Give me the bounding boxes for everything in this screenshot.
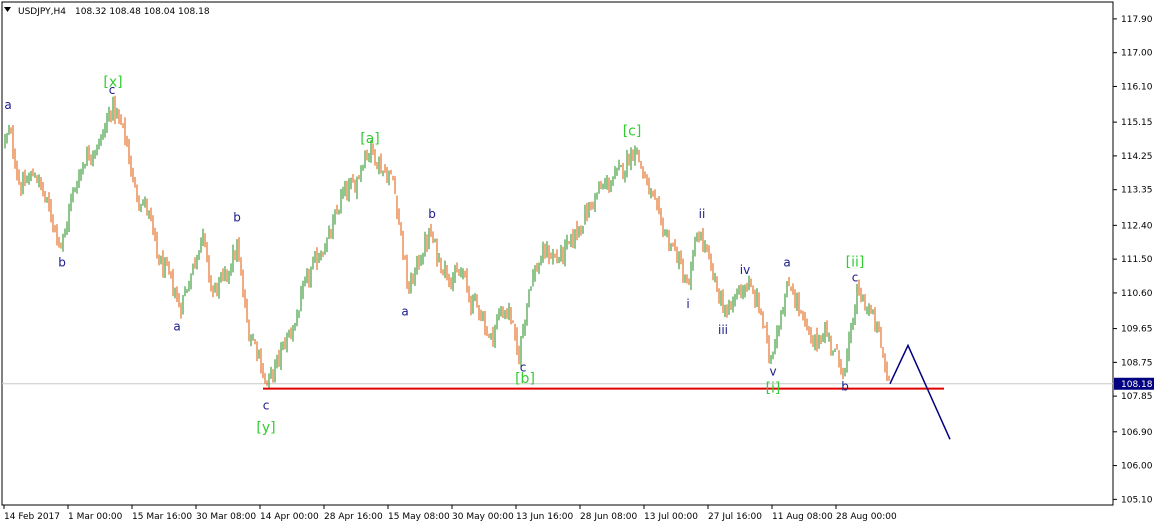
wave-label-minor: iv — [740, 263, 750, 277]
wave-label-minor: c — [263, 398, 270, 412]
x-tick-label: 28 Apr 16:00 — [324, 512, 383, 522]
y-tick-label: 110.60 — [1121, 289, 1153, 299]
y-tick-label: 117.90 — [1121, 15, 1153, 25]
wave-label-minor: a — [783, 256, 790, 270]
wave-label-minor: ii — [699, 207, 706, 221]
x-tick-label: 27 Jul 16:00 — [708, 512, 762, 522]
y-tick-label: 115.15 — [1121, 118, 1153, 128]
x-tick-label: 14 Apr 00:00 — [260, 512, 319, 522]
time-axis: 14 Feb 2017 1 Mar 00:00 15 Mar 16:00 30 Mar… — [3, 505, 897, 522]
wave-label-major: [i] — [766, 380, 781, 396]
wave-label-minor: b — [233, 211, 241, 225]
x-tick-label: 28 Aug 00:00 — [836, 512, 897, 522]
wave-label-major: [c] — [623, 123, 642, 139]
y-tick-label: 116.10 — [1121, 82, 1153, 92]
y-tick-label: 108.75 — [1121, 358, 1153, 368]
current-price-label: 108.18 — [1121, 380, 1153, 390]
y-tick-label: 111.50 — [1121, 255, 1153, 265]
wave-label-minor: c — [852, 271, 859, 285]
wave-label-major: [x] — [103, 74, 122, 90]
y-tick-label: 106.90 — [1121, 428, 1153, 438]
wave-label-minor: a — [401, 304, 408, 318]
x-tick-label: 28 Jun 08:00 — [580, 512, 637, 522]
chart-ohlc: 108.32 108.48 108.04 108.18 — [75, 7, 210, 17]
wave-label-major: [a] — [360, 131, 380, 147]
x-tick-label: 30 Mar 08:00 — [196, 512, 256, 522]
price-chart[interactable]: 108.18 117.90 117.00 116.10 115.15 114.25 113… — [0, 0, 1155, 527]
wave-label-minor: a — [173, 319, 180, 333]
price-axis: 117.90 117.00 116.10 115.15 114.25 113.35 112.… — [1113, 15, 1153, 505]
y-tick-label: 105.10 — [1121, 495, 1153, 505]
wave-label-minor: a — [4, 98, 11, 112]
x-tick-label: 13 Jun 16:00 — [516, 512, 573, 522]
x-tick-label: 15 May 08:00 — [388, 512, 450, 522]
wave-label-major: [b] — [515, 371, 535, 387]
x-tick-label: 30 May 00:00 — [452, 512, 514, 522]
wave-label-minor: b — [58, 256, 66, 270]
y-tick-label: 114.25 — [1121, 152, 1153, 162]
y-tick-label: 107.85 — [1121, 392, 1153, 402]
wave-label-minor: b — [841, 380, 849, 394]
y-tick-label: 113.35 — [1121, 186, 1153, 196]
wave-label-major: [ii] — [846, 255, 865, 271]
wave-label-minor: iii — [718, 323, 728, 337]
x-tick-label: 14 Feb 2017 — [4, 512, 60, 522]
x-tick-label: 11 Aug 08:00 — [772, 512, 833, 522]
y-tick-label: 112.40 — [1121, 221, 1153, 231]
y-tick-label: 109.65 — [1121, 325, 1153, 335]
wave-label-minor: i — [686, 297, 689, 311]
y-tick-label: 117.00 — [1121, 49, 1153, 59]
x-tick-label: 1 Mar 00:00 — [68, 512, 123, 522]
wave-label-minor: b — [428, 207, 436, 221]
wave-label-major: [y] — [256, 420, 275, 436]
x-tick-label: 13 Jul 00:00 — [644, 512, 698, 522]
wave-label-minor: v — [769, 364, 776, 378]
chart-symbol: USDJPY,H4 — [18, 7, 66, 17]
x-tick-label: 15 Mar 16:00 — [132, 512, 192, 522]
y-tick-label: 106.00 — [1121, 462, 1153, 472]
